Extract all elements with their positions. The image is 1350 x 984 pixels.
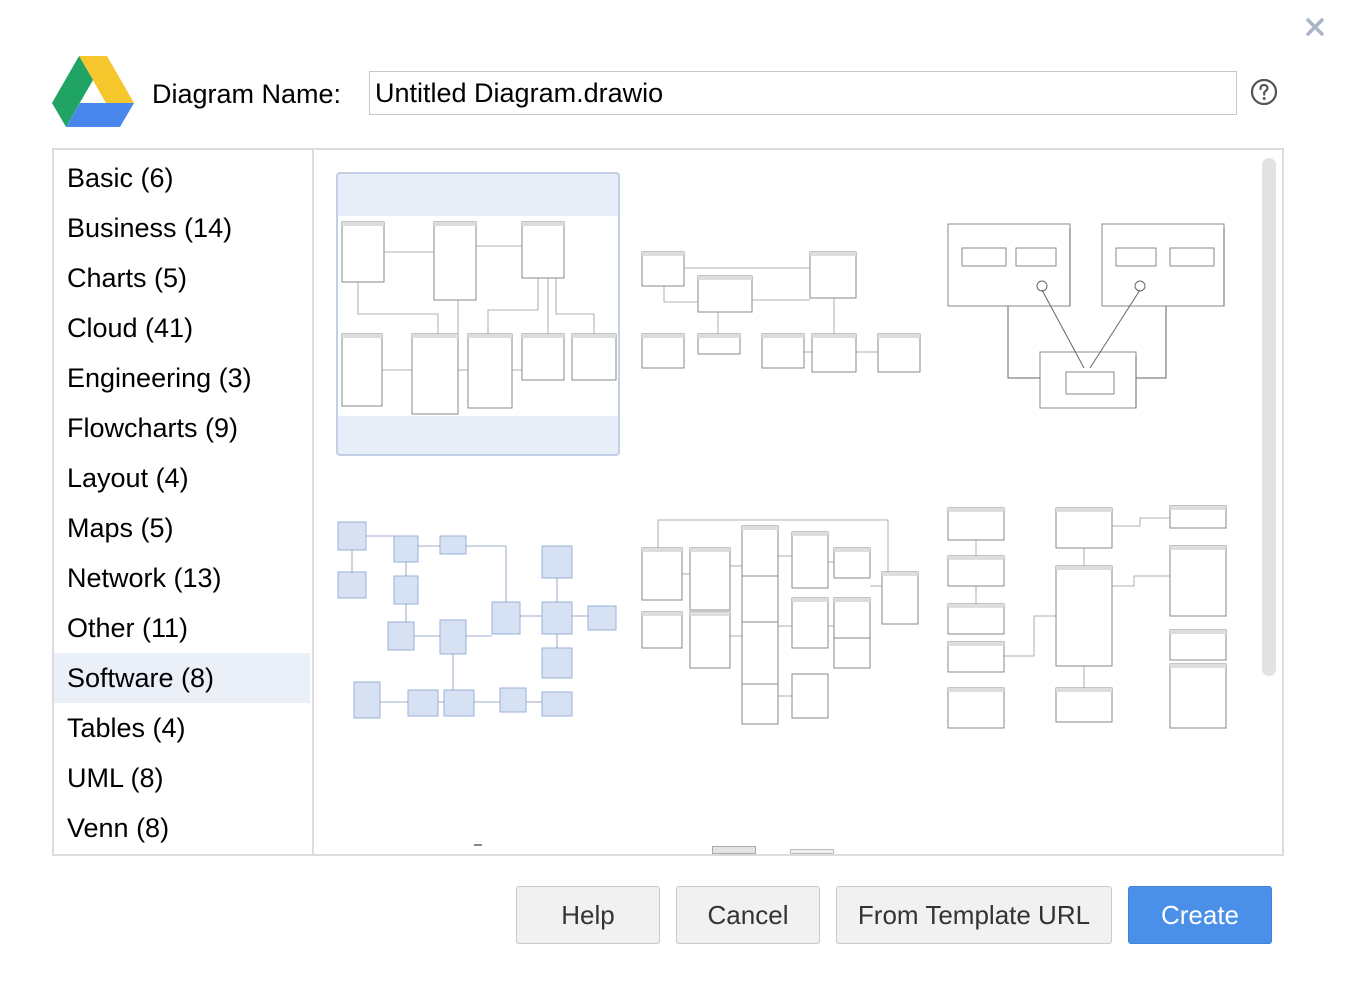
google-drive-logo xyxy=(52,56,134,127)
close-icon xyxy=(1306,18,1324,36)
template-thumbnail-5[interactable] xyxy=(638,476,922,760)
category-maps[interactable]: Maps (5) xyxy=(54,503,310,553)
template-thumbnail-partial-2 xyxy=(712,846,756,854)
template-thumbnail-1[interactable] xyxy=(336,172,620,456)
from-template-url-button[interactable]: From Template URL xyxy=(836,886,1112,944)
category-layout[interactable]: Layout (4) xyxy=(54,453,310,503)
category-engineering[interactable]: Engineering (3) xyxy=(54,353,310,403)
category-sidebar: Basic (6) Business (14) Charts (5) Cloud… xyxy=(54,150,314,854)
template-panel: Basic (6) Business (14) Charts (5) Cloud… xyxy=(52,148,1284,856)
category-software[interactable]: Software (8) xyxy=(54,653,310,703)
category-charts[interactable]: Charts (5) xyxy=(54,253,310,303)
category-business[interactable]: Business (14) xyxy=(54,203,310,253)
category-uml[interactable]: UML (8) xyxy=(54,753,310,803)
diagram-name-input[interactable] xyxy=(369,71,1237,115)
category-cloud[interactable]: Cloud (41) xyxy=(54,303,310,353)
diagram-name-label: Diagram Name: xyxy=(152,79,342,109)
template-thumbnail-6[interactable] xyxy=(944,476,1228,760)
category-venn[interactable]: Venn (8) xyxy=(54,803,310,853)
template-thumbnail-3[interactable] xyxy=(944,172,1228,456)
template-grid xyxy=(314,150,1282,854)
template-scrollbar[interactable] xyxy=(1262,158,1276,676)
cancel-button[interactable]: Cancel xyxy=(676,886,820,944)
help-circle-icon[interactable] xyxy=(1250,78,1278,106)
template-thumbnail-partial-3 xyxy=(790,849,834,854)
template-thumbnail-4[interactable] xyxy=(336,476,620,760)
category-network[interactable]: Network (13) xyxy=(54,553,310,603)
category-basic[interactable]: Basic (6) xyxy=(54,153,310,203)
category-tables[interactable]: Tables (4) xyxy=(54,703,310,753)
close-button[interactable] xyxy=(1300,12,1330,42)
new-diagram-dialog: Diagram Name: Basic (6) Business (14) Ch… xyxy=(0,0,1350,984)
create-button[interactable]: Create xyxy=(1128,886,1272,944)
help-button[interactable]: Help xyxy=(516,886,660,944)
category-flowcharts[interactable]: Flowcharts (9) xyxy=(54,403,310,453)
category-other[interactable]: Other (11) xyxy=(54,603,310,653)
template-thumbnail-2[interactable] xyxy=(638,172,922,456)
template-thumbnail-partial xyxy=(474,844,482,846)
